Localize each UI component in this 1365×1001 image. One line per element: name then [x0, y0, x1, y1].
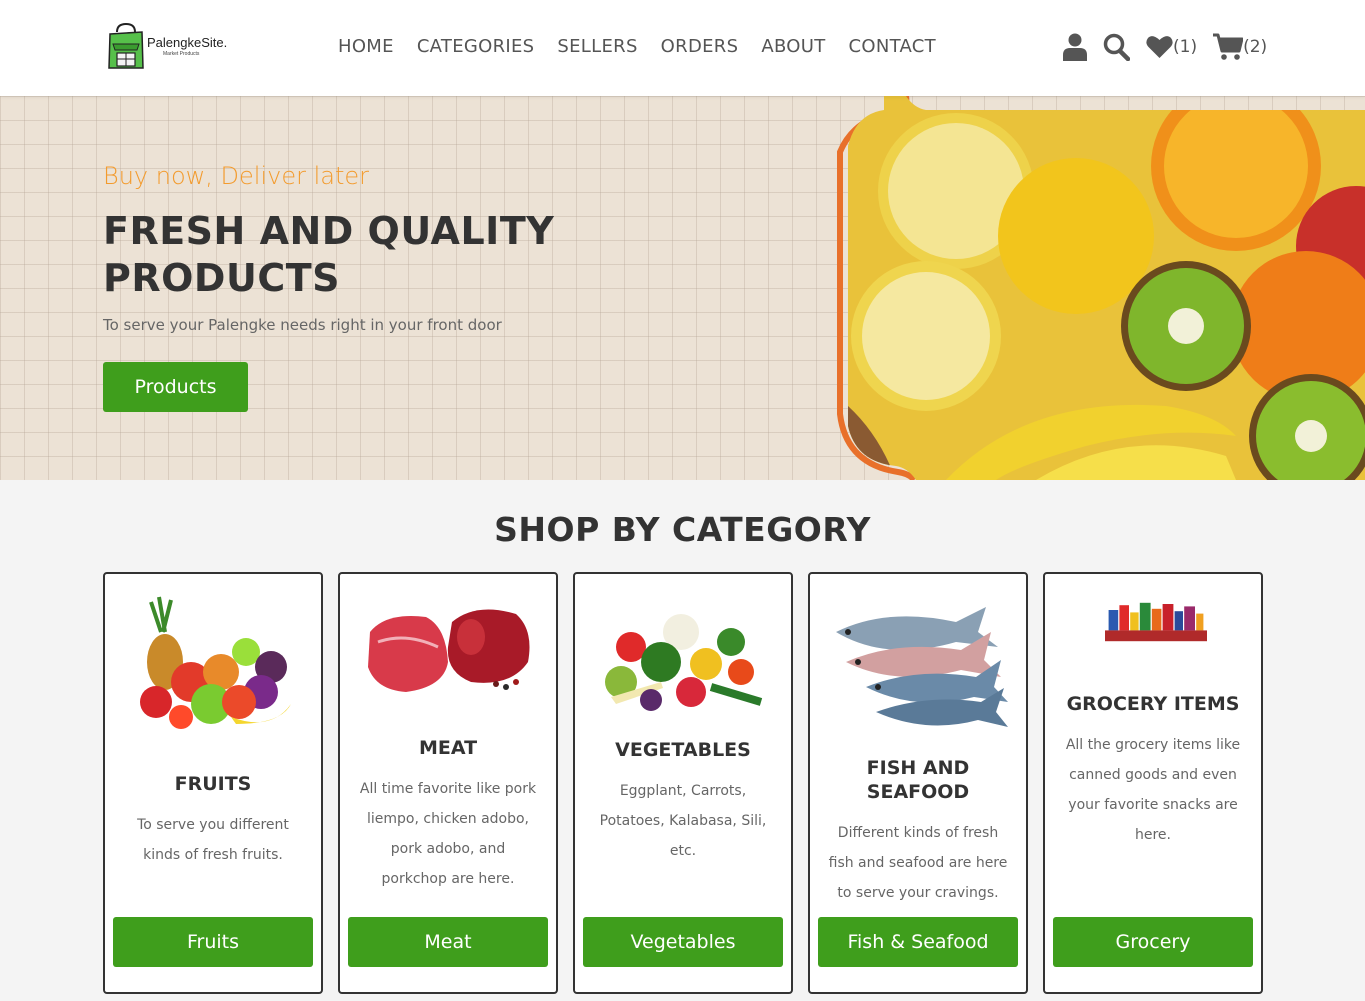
nav-sellers[interactable]: SELLERS	[557, 36, 637, 57]
brand-tagline: Market Products	[163, 51, 200, 57]
category-description: All the grocery items like canned goods …	[1065, 737, 1241, 843]
meat-button[interactable]: Meat	[348, 917, 548, 967]
search-icon	[1103, 33, 1130, 61]
nav-categories[interactable]: CATEGORIES	[417, 36, 535, 57]
cart-button[interactable]: (2)	[1213, 33, 1267, 61]
category-description: To serve you different kinds of fresh fr…	[137, 817, 289, 863]
cart-icon	[1213, 33, 1244, 60]
fruits-image	[140, 596, 291, 729]
search-button[interactable]	[1103, 33, 1130, 61]
category-card-fish: FISH AND SEAFOOD Different kinds of fres…	[808, 572, 1028, 994]
hero-kicker: Buy now, Deliver later	[103, 162, 370, 190]
site-logo[interactable]: PalengkeSite. Market Products	[107, 22, 227, 70]
fruit-hero-image	[837, 96, 1365, 480]
fruits-button[interactable]: Fruits	[113, 917, 313, 967]
category-description: All time favorite like pork liempo, chic…	[359, 781, 537, 887]
account-button[interactable]	[1063, 33, 1087, 61]
category-name: GROCERY ITEMS	[1066, 693, 1240, 715]
nav-orders[interactable]: ORDERS	[661, 36, 739, 57]
category-name: FRUITS	[174, 773, 252, 795]
wishlist-count: (1)	[1173, 37, 1198, 57]
heart-icon	[1146, 36, 1173, 58]
nav-home[interactable]: HOME	[338, 36, 394, 57]
grocery-button[interactable]: Grocery	[1053, 917, 1253, 967]
header-actions: (1) (2)	[1063, 33, 1267, 61]
category-description: Eggplant, Carrots, Potatoes, Kalabasa, S…	[599, 783, 767, 859]
fish-seafood-button[interactable]: Fish & Seafood	[818, 917, 1018, 967]
nav-contact[interactable]: CONTACT	[849, 36, 936, 57]
nav-about[interactable]: ABOUT	[761, 36, 825, 57]
hero-banner: Buy now, Deliver later FRESH AND QUALITY…	[0, 96, 1365, 480]
category-name: VEGETABLES	[615, 739, 751, 761]
category-card-vegetables: VEGETABLES Eggplant, Carrots, Potatoes, …	[573, 572, 793, 994]
hero-subtitle: To serve your Palengke needs right in yo…	[103, 316, 502, 334]
category-card-grocery: GROCERY ITEMS All the grocery items like…	[1043, 572, 1263, 994]
site-header: PalengkeSite. Market Products HOME CATEG…	[0, 0, 1365, 96]
fish-image	[836, 607, 1008, 727]
category-name: FISH AND SEAFOOD	[866, 757, 970, 803]
brand-name: PalengkeSite.	[147, 35, 228, 50]
category-card-fruits: FRUITS To serve you different kinds of f…	[103, 572, 323, 994]
wishlist-button[interactable]: (1)	[1146, 35, 1197, 59]
main-nav: HOME CATEGORIES SELLERS ORDERS ABOUT CON…	[338, 36, 936, 57]
products-button[interactable]: Products	[103, 362, 248, 412]
cart-count: (2)	[1243, 37, 1268, 57]
grocery-image	[1105, 602, 1207, 642]
meat-image	[368, 609, 530, 692]
category-description: Different kinds of fresh fish and seafoo…	[828, 825, 1008, 901]
category-card-meat: MEAT All time favorite like pork liempo,…	[338, 572, 558, 994]
vegetables-image	[605, 614, 763, 711]
vegetables-button[interactable]: Vegetables	[583, 917, 783, 967]
category-name: MEAT	[418, 737, 478, 759]
shop-by-category-title: SHOP BY CATEGORY	[494, 510, 871, 549]
hero-title: FRESH AND QUALITY PRODUCTS	[103, 209, 555, 300]
user-icon	[1063, 33, 1087, 61]
shop-bag-icon	[108, 22, 144, 69]
